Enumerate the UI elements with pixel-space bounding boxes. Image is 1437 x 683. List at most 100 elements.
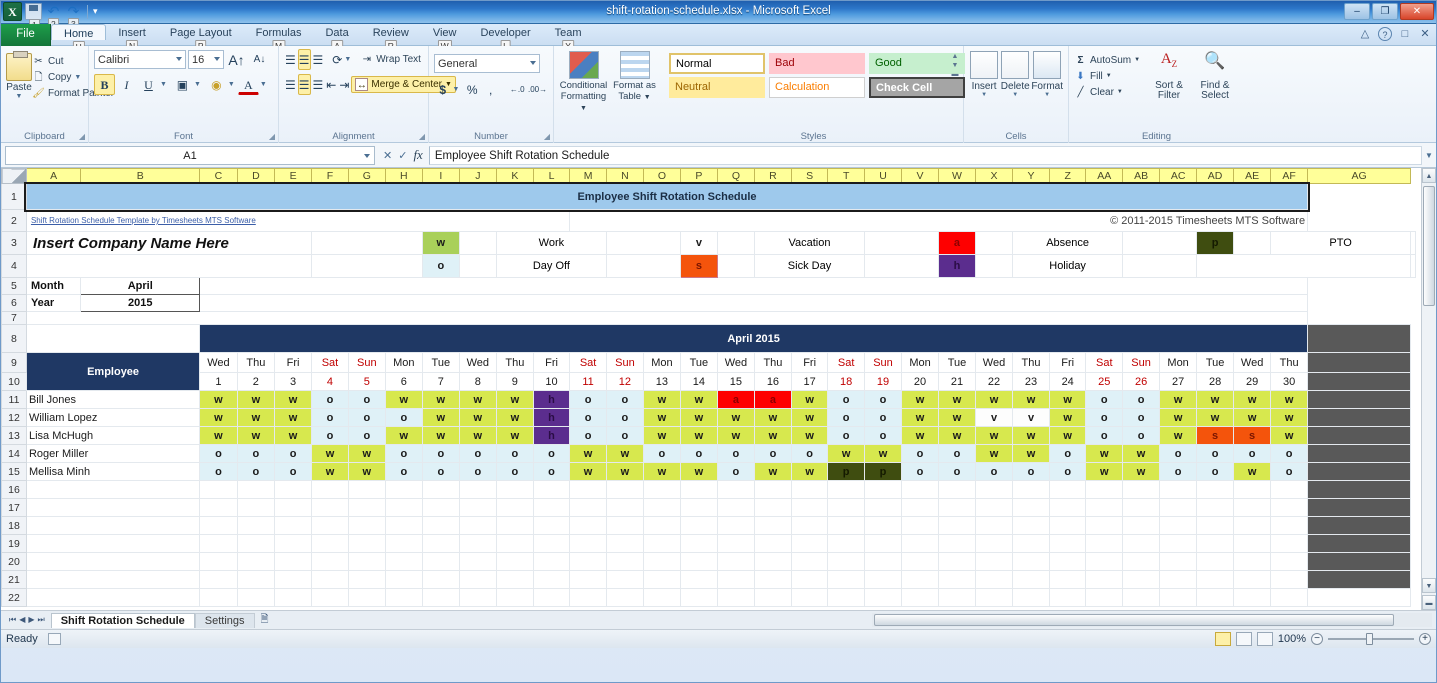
shift-cell-15-day3[interactable]: o: [275, 463, 312, 481]
shift-cell-15-day23[interactable]: o: [1013, 463, 1050, 481]
shift-cell-15-day28[interactable]: o: [1197, 463, 1234, 481]
row-header-14[interactable]: 14: [2, 445, 27, 463]
zoom-out-button[interactable]: −: [1311, 633, 1323, 645]
empty-cell-19-19[interactable]: [865, 535, 902, 553]
column-header-C[interactable]: C: [200, 169, 238, 184]
row-header-21[interactable]: 21: [2, 571, 27, 589]
increase-indent-icon[interactable]: ⇥: [338, 74, 350, 95]
empty-cell-17-29[interactable]: [1234, 499, 1271, 517]
empty-cell-22-15[interactable]: [717, 589, 754, 607]
empty-cell-18-15[interactable]: [717, 517, 754, 535]
column-header-P[interactable]: P: [680, 169, 717, 184]
record-macro-icon[interactable]: [48, 633, 61, 645]
number-dialog-launcher[interactable]: ◢: [544, 132, 550, 141]
cell-AG2[interactable]: [1308, 210, 1411, 232]
shift-cell-11-day5[interactable]: o: [348, 391, 385, 409]
shift-cell-14-day28[interactable]: o: [1197, 445, 1234, 463]
legend-swatch-sickday[interactable]: s: [680, 255, 717, 278]
empty-cell-17-24[interactable]: [1049, 499, 1085, 517]
empty-cell-21-7[interactable]: [422, 571, 459, 589]
shift-cell-14-day29[interactable]: o: [1234, 445, 1271, 463]
shift-cell-14-day9[interactable]: o: [496, 445, 533, 463]
empty-cell-18-1[interactable]: [200, 517, 238, 535]
empty-cell-19-10[interactable]: [533, 535, 569, 553]
vertical-scroll-thumb[interactable]: [1423, 186, 1435, 306]
shift-cell-12-day17[interactable]: w: [791, 409, 827, 427]
column-header-L[interactable]: L: [533, 169, 569, 184]
empty-name-16[interactable]: [26, 481, 199, 499]
shift-cell-12-day25[interactable]: o: [1086, 409, 1123, 427]
empty-cell-17-1[interactable]: [200, 499, 238, 517]
sheet-nav-buttons[interactable]: ⏮ ◀ ▶ ⏭: [3, 615, 51, 625]
shift-cell-11-day29[interactable]: w: [1234, 391, 1271, 409]
shift-cell-12-day10[interactable]: h: [533, 409, 569, 427]
empty-cell-18-23[interactable]: [1013, 517, 1050, 535]
shift-cell-12-day8[interactable]: w: [459, 409, 496, 427]
column-header-F[interactable]: F: [312, 169, 349, 184]
row-header-19[interactable]: 19: [2, 535, 27, 553]
shift-cell-15-day20[interactable]: o: [901, 463, 938, 481]
shift-cell-12-day26[interactable]: o: [1123, 409, 1160, 427]
empty-cell-16-17[interactable]: [791, 481, 827, 499]
shift-cell-11-day11[interactable]: o: [570, 391, 607, 409]
empty-cell-22-20[interactable]: [901, 589, 938, 607]
empty-cell-18-29[interactable]: [1234, 517, 1271, 535]
empty-cell-22-17[interactable]: [791, 589, 827, 607]
empty-cell-21-20[interactable]: [901, 571, 938, 589]
shift-cell-14-day1[interactable]: o: [200, 445, 238, 463]
shift-cell-14-day11[interactable]: w: [570, 445, 607, 463]
shift-cell-15-day9[interactable]: o: [496, 463, 533, 481]
column-header-B[interactable]: B: [81, 169, 200, 184]
sort-filter-button[interactable]: AZ Sort & Filter: [1146, 49, 1192, 143]
empty-cell-21-25[interactable]: [1086, 571, 1123, 589]
style-bad[interactable]: Bad: [769, 53, 865, 74]
shift-cell-14-day19[interactable]: w: [865, 445, 902, 463]
column-header-M[interactable]: M: [570, 169, 607, 184]
month-input[interactable]: April: [81, 278, 200, 295]
empty-cell-22-18[interactable]: [828, 589, 865, 607]
empty-cell-20-22[interactable]: [975, 553, 1012, 571]
empty-cell-21-18[interactable]: [828, 571, 865, 589]
empty-cell-16-29[interactable]: [1234, 481, 1271, 499]
empty-cell-17-20[interactable]: [901, 499, 938, 517]
legend-swatch-absence[interactable]: a: [939, 232, 976, 255]
column-header-S[interactable]: S: [791, 169, 827, 184]
column-header-I[interactable]: I: [422, 169, 459, 184]
shift-cell-11-day2[interactable]: w: [237, 391, 274, 409]
empty-cell-18-13[interactable]: [643, 517, 680, 535]
sheet-tab-bar[interactable]: ⏮ ◀ ▶ ⏭ Shift Rotation Schedule Settings…: [1, 610, 1436, 629]
legend-label-work[interactable]: Work: [496, 232, 606, 255]
row-header-15[interactable]: 15: [2, 463, 27, 481]
shift-cell-15-day27[interactable]: o: [1160, 463, 1197, 481]
employee-name-15[interactable]: Mellisa Minh: [26, 463, 199, 481]
bold-button[interactable]: B: [94, 74, 115, 95]
borders-icon[interactable]: ▣: [172, 74, 193, 95]
shift-cell-13-day28[interactable]: s: [1197, 427, 1234, 445]
empty-cell-16-2[interactable]: [237, 481, 274, 499]
empty-cell-19-16[interactable]: [755, 535, 792, 553]
empty-cell-20-21[interactable]: [939, 553, 976, 571]
shift-cell-11-day24[interactable]: w: [1049, 391, 1085, 409]
shift-cell-14-day7[interactable]: o: [422, 445, 459, 463]
shift-cell-15-day21[interactable]: o: [939, 463, 976, 481]
empty-cell-17-28[interactable]: [1197, 499, 1234, 517]
shift-cell-15-day12[interactable]: w: [606, 463, 643, 481]
empty-cell-18-9[interactable]: [496, 517, 533, 535]
empty-cell-18-5[interactable]: [348, 517, 385, 535]
empty-cell-16-12[interactable]: [606, 481, 643, 499]
row-header-22[interactable]: 22: [2, 589, 27, 607]
empty-cell-22-30[interactable]: [1271, 589, 1308, 607]
empty-cell-22-19[interactable]: [865, 589, 902, 607]
shift-cell-14-day12[interactable]: w: [606, 445, 643, 463]
empty-cell-21-11[interactable]: [570, 571, 607, 589]
empty-cell-16-9[interactable]: [496, 481, 533, 499]
vertical-scrollbar[interactable]: ▲ ▼ ▬: [1421, 168, 1436, 610]
empty-cell-19-29[interactable]: [1234, 535, 1271, 553]
shift-cell-13-day8[interactable]: w: [459, 427, 496, 445]
column-header-AC[interactable]: AC: [1160, 169, 1197, 184]
shift-cell-11-day23[interactable]: w: [1013, 391, 1050, 409]
empty-cell-21-28[interactable]: [1197, 571, 1234, 589]
empty-cell-17-16[interactable]: [755, 499, 792, 517]
row-header-12[interactable]: 12: [2, 409, 27, 427]
shift-cell-11-day8[interactable]: w: [459, 391, 496, 409]
